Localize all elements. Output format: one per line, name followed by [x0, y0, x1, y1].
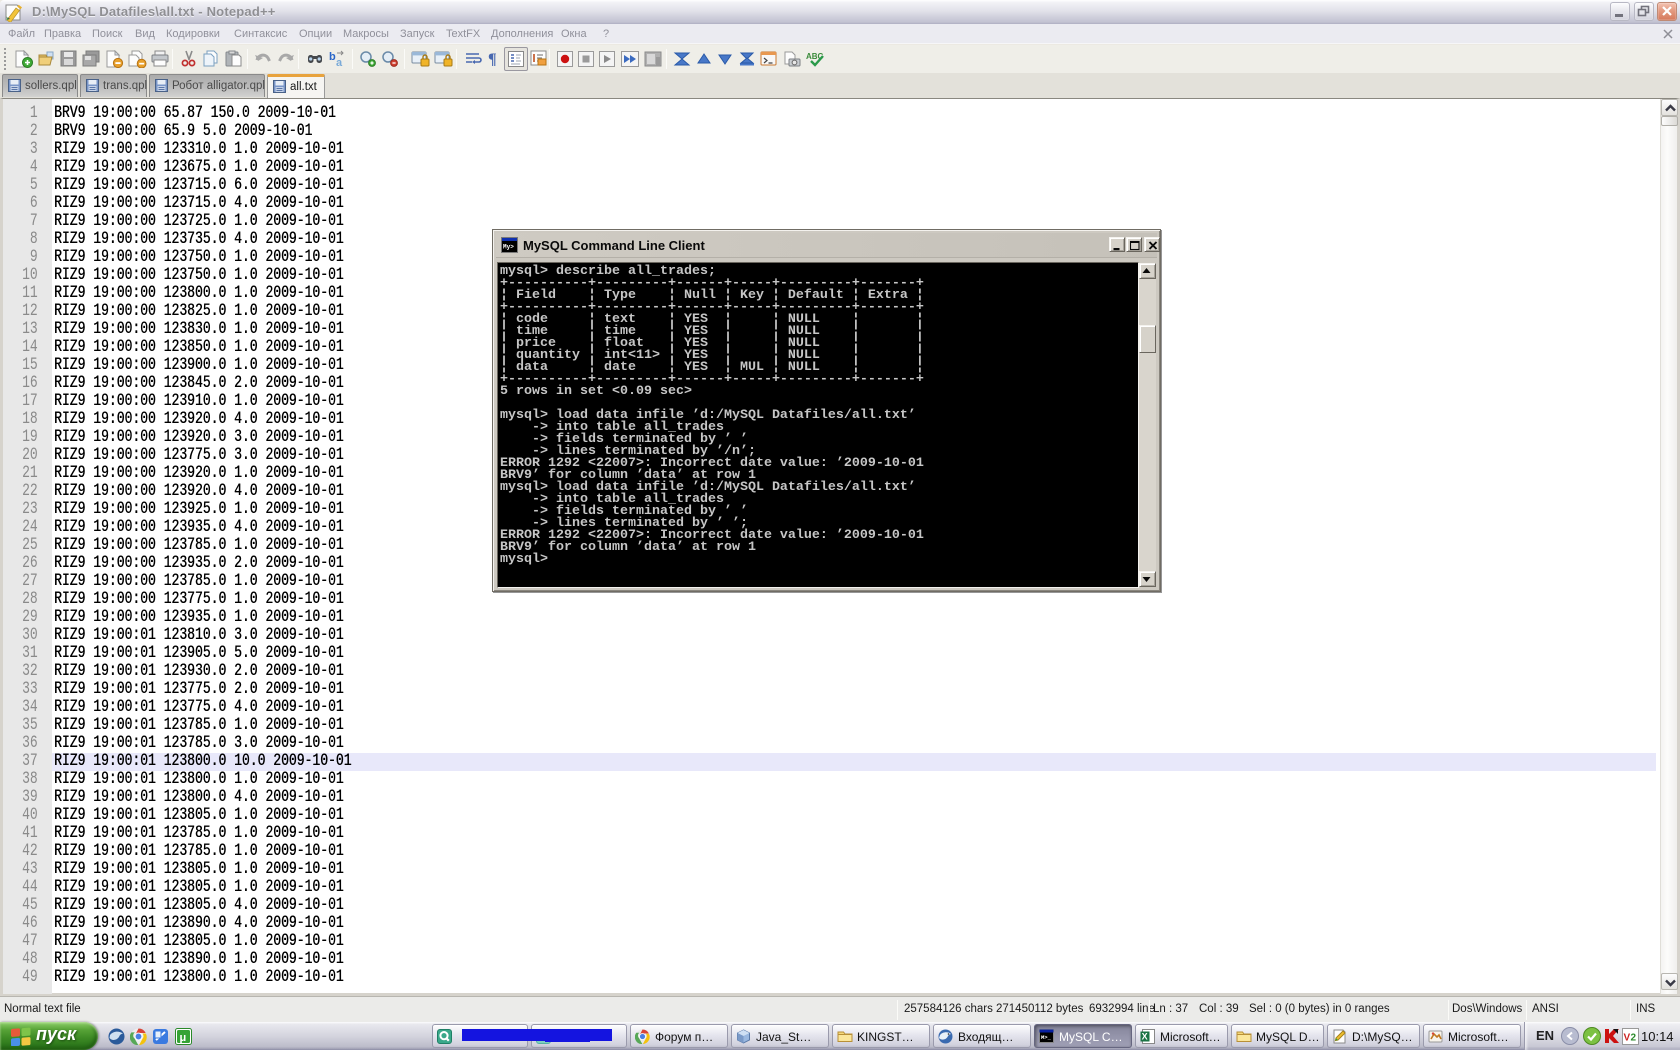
svg-text:μ: μ: [180, 1032, 187, 1044]
svg-text:b: b: [329, 51, 336, 63]
svg-text:M>_: M>_: [1041, 1034, 1052, 1041]
svg-text:a: a: [336, 57, 343, 68]
svg-text:My>: My>: [503, 244, 514, 251]
svg-text:X: X: [1142, 1032, 1148, 1042]
svg-text:V: V: [1624, 1033, 1631, 1044]
svg-text:¶: ¶: [488, 51, 497, 68]
svg-text:2: 2: [1631, 1033, 1637, 1044]
